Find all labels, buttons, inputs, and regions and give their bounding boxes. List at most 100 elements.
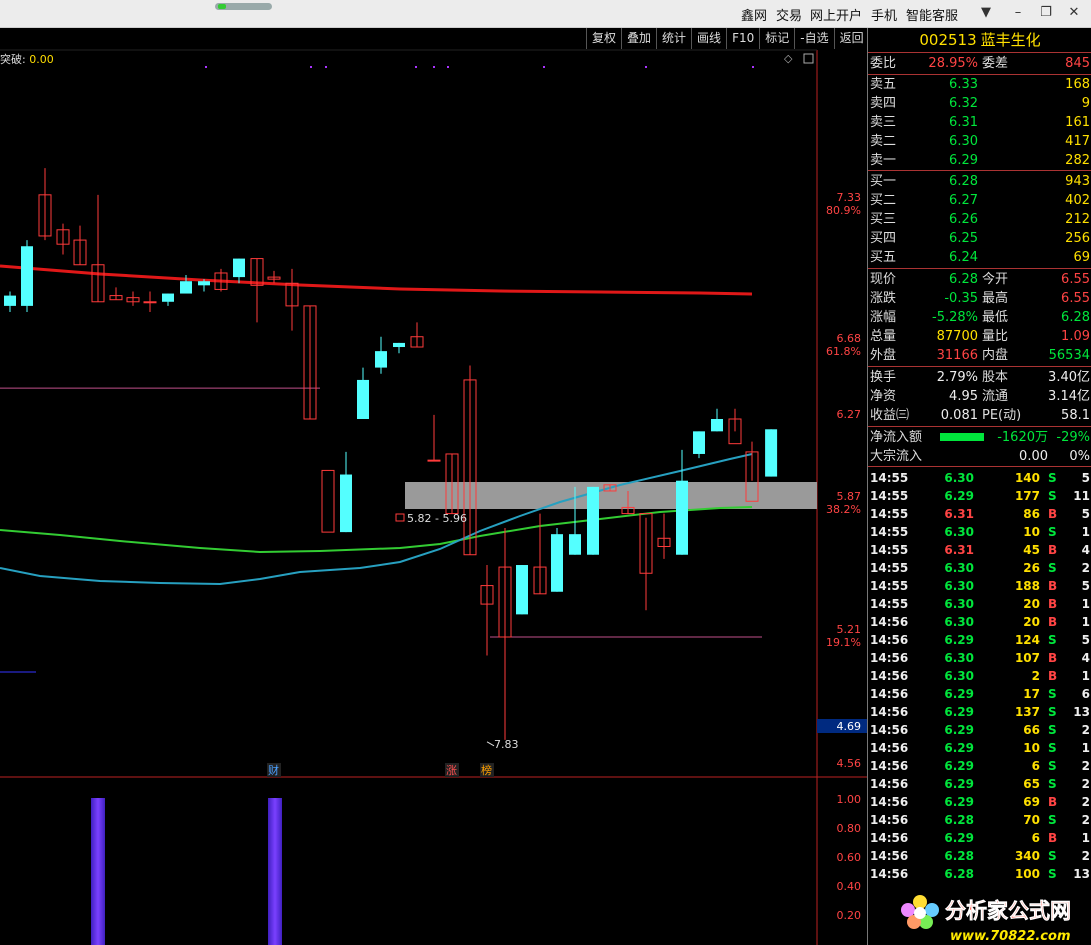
buy-level-price: 6.24 xyxy=(949,250,978,265)
signal-dot xyxy=(205,66,207,68)
sell-level-label: 卖四 xyxy=(870,96,897,111)
tick-volume: 20 xyxy=(1023,597,1040,611)
sell-level-volume: 417 xyxy=(1065,134,1090,149)
tick-side: B xyxy=(1048,597,1058,611)
candle-body xyxy=(393,342,405,348)
sub-axis-label: 0.20 xyxy=(837,909,862,922)
tick-time: 14:56 xyxy=(870,741,909,755)
fund-label: 流通 xyxy=(982,389,1009,404)
menu-mobile[interactable]: 手机 xyxy=(871,5,897,24)
sell-level-row: 卖二 6.30 417 xyxy=(870,132,1090,151)
sell-level-price: 6.29 xyxy=(949,153,978,168)
candle-body xyxy=(321,469,335,533)
net-inflow-pct: -29% xyxy=(1056,430,1090,445)
restore-icon[interactable]: ❐ xyxy=(1036,4,1056,22)
menu-smart-service[interactable]: 智能客服 xyxy=(906,5,958,24)
tick-price: 6.31 xyxy=(944,543,974,557)
tick-row: 14:56 6.28 340 S 2 xyxy=(870,847,1090,865)
tick-price: 6.29 xyxy=(944,831,974,845)
button-back[interactable]: 返回 xyxy=(833,28,869,49)
buy-level-price: 6.25 xyxy=(949,231,978,246)
tick-side: B xyxy=(1048,831,1058,845)
tick-side: S xyxy=(1048,723,1057,737)
tick-price: 6.29 xyxy=(944,723,974,737)
weicha-label: 委差 xyxy=(982,56,1009,71)
window-grip[interactable] xyxy=(215,3,272,10)
stat-label: 总量 xyxy=(870,329,897,344)
sell-level-row: 卖一 6.29 282 xyxy=(870,151,1090,170)
tick-volume: 17 xyxy=(1023,687,1040,701)
button-stats[interactable]: 统计 xyxy=(656,28,692,49)
axis-price: 6.68 xyxy=(837,332,862,345)
buy-level-label: 买四 xyxy=(870,231,897,246)
quote-stat-row: 涨幅 -5.28% 最低 6.28 xyxy=(870,308,1090,327)
sell-level-label: 卖三 xyxy=(870,115,897,130)
menu-xinwang[interactable]: 鑫网 xyxy=(741,5,767,24)
tick-side: B xyxy=(1048,507,1058,521)
tick-volume: 6 xyxy=(1031,759,1040,773)
tick-count: 1 xyxy=(1081,525,1090,539)
flower-icon xyxy=(901,895,939,929)
tick-price: 6.30 xyxy=(944,615,974,629)
candle-body xyxy=(587,486,599,555)
button-overlay[interactable]: 叠加 xyxy=(621,28,657,49)
tick-row: 14:56 6.29 66 S 2 xyxy=(870,721,1090,739)
high-pointer xyxy=(486,741,495,747)
shirt-icon[interactable]: ▼ xyxy=(976,4,996,22)
quote-stat-row: 现价 6.28 今开 6.55 xyxy=(870,270,1090,289)
tick-side: B xyxy=(1048,651,1058,665)
sell-level-row: 卖四 6.32 9 xyxy=(870,94,1090,113)
sell-level-price: 6.31 xyxy=(949,115,978,130)
range-marker xyxy=(395,513,405,522)
app-window: 鑫网 交易 网上开户 手机 智能客服 ▼ – ❐ ✕ ◇ 7.83 5.82 - 5… xyxy=(0,0,1091,945)
menu-open-account[interactable]: 网上开户 xyxy=(810,5,862,24)
quote-stat-row: 外盘 31166 内盘 56534 xyxy=(870,346,1090,365)
tick-volume: 86 xyxy=(1023,507,1040,521)
button-f10[interactable]: F10 xyxy=(726,28,760,49)
buy-level-label: 买二 xyxy=(870,193,897,208)
fund-label: 股本 xyxy=(982,370,1009,385)
buy-level-volume: 256 xyxy=(1065,231,1090,246)
sell-level-label: 卖一 xyxy=(870,153,897,168)
stat-value: 6.28 xyxy=(1061,310,1090,325)
minimize-icon[interactable]: – xyxy=(1008,4,1028,22)
tick-time: 14:56 xyxy=(870,813,909,827)
button-watchlist[interactable]: -自选 xyxy=(794,28,834,49)
tick-count: 6 xyxy=(1081,687,1090,701)
button-mark[interactable]: 标记 xyxy=(759,28,795,49)
sell-level-volume: 9 xyxy=(1081,96,1090,111)
tick-price: 6.29 xyxy=(944,759,974,773)
tick-time: 14:55 xyxy=(870,507,909,521)
sell-level-price: 6.30 xyxy=(949,134,978,149)
stat-label: 涨幅 xyxy=(870,310,897,325)
candle-body xyxy=(162,293,174,302)
tick-count: 2 xyxy=(1081,795,1090,809)
candle-body xyxy=(198,281,210,286)
candle-body xyxy=(711,419,723,432)
close-icon[interactable]: ✕ xyxy=(1064,4,1084,22)
candle-body xyxy=(4,295,16,306)
candle-body xyxy=(765,429,778,477)
tick-volume: 177 xyxy=(1014,489,1040,503)
stat-value: 6.55 xyxy=(1061,272,1090,287)
tick-count: 5 xyxy=(1081,507,1090,521)
tick-time: 14:55 xyxy=(870,561,909,575)
tick-time: 14:55 xyxy=(870,597,909,611)
stat-value: 6.55 xyxy=(1061,291,1090,306)
tick-volume: 124 xyxy=(1014,633,1040,647)
button-fuquan[interactable]: 复权 xyxy=(586,28,622,49)
tick-time: 14:55 xyxy=(870,525,909,539)
stat-value: 1.09 xyxy=(1061,329,1090,344)
fund-label: 收益㈢ xyxy=(870,408,910,423)
tick-time: 14:56 xyxy=(870,849,909,863)
kline-chart[interactable]: ◇ 7.83 5.82 - 5.96 7.3380.9% 6.6861.8% 6.27 5.… xyxy=(0,28,867,945)
menu-trade[interactable]: 交易 xyxy=(776,5,802,24)
tick-side: S xyxy=(1048,687,1057,701)
tick-count: 11 xyxy=(1073,489,1090,503)
tick-count: 2 xyxy=(1081,777,1090,791)
tick-side: S xyxy=(1048,777,1057,791)
candle-body xyxy=(516,565,528,615)
fundamental-row: 换手 2.79% 股本 3.40亿 xyxy=(870,368,1090,387)
tick-time: 14:56 xyxy=(870,705,909,719)
button-draw[interactable]: 画线 xyxy=(691,28,727,49)
